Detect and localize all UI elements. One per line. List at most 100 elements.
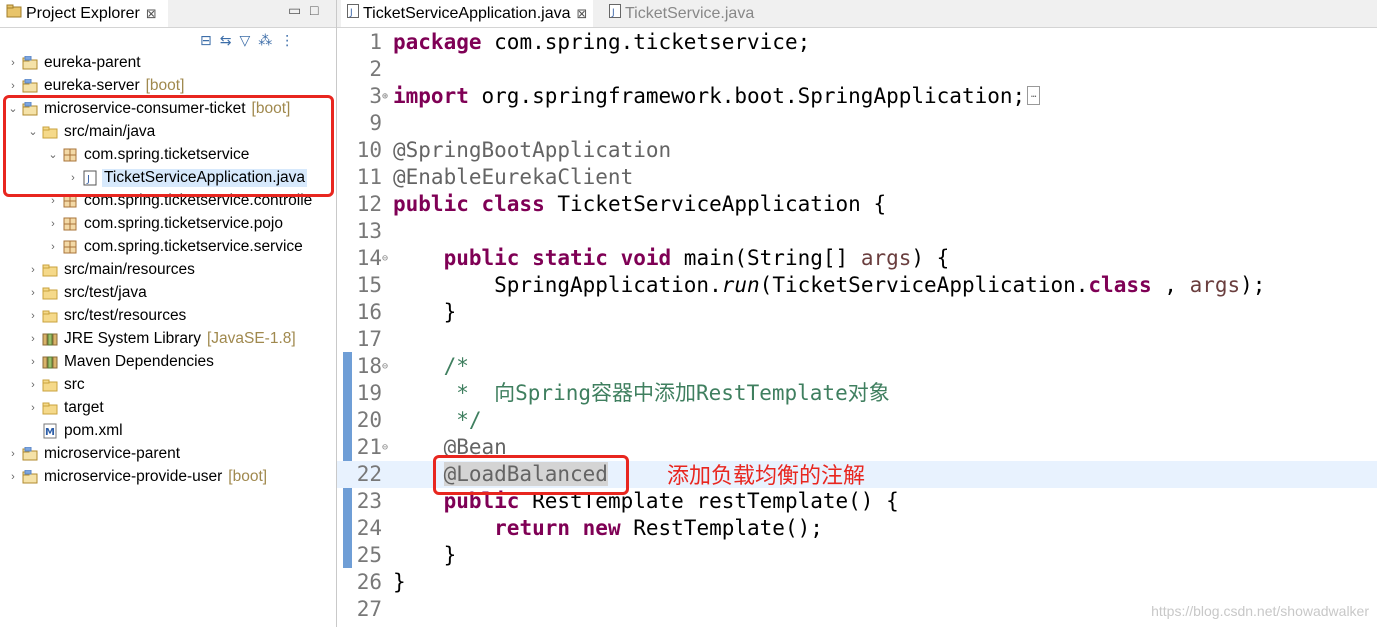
code-token: );	[1240, 273, 1266, 297]
tree-item[interactable]: › src/main/resources	[0, 258, 336, 281]
collapse-arrow-icon[interactable]: ›	[46, 218, 60, 230]
editor-tab-bar: J TicketServiceApplication.java ⊠ J TicketSe…	[337, 0, 1377, 28]
code-line[interactable]: 19 * 向Spring容器中添加RestTemplate对象	[337, 380, 1377, 407]
code-line[interactable]: 24 return new RestTemplate();	[337, 515, 1377, 542]
tab-project-explorer[interactable]: Project Explorer ⊠	[0, 0, 168, 27]
maximize-icon[interactable]: □	[310, 2, 318, 18]
minimize-icon[interactable]: ▭	[288, 2, 301, 19]
package-icon	[62, 147, 78, 163]
collapse-arrow-icon[interactable]: ›	[66, 172, 80, 184]
collapse-arrow-icon[interactable]: ›	[26, 310, 40, 322]
view-menu-icon[interactable]: ⋮	[280, 32, 294, 49]
expand-arrow-icon[interactable]: ⌄	[6, 102, 20, 115]
tree-item[interactable]: › com.spring.ticketservice.service	[0, 235, 336, 258]
tree-item[interactable]: › eureka-server [boot]	[0, 74, 336, 97]
collapse-arrow-icon[interactable]: ›	[26, 287, 40, 299]
collapse-arrow-icon[interactable]: ›	[6, 80, 20, 92]
collapse-arrow-icon[interactable]: ›	[6, 57, 20, 69]
code-line[interactable]: 9	[337, 110, 1377, 137]
code-line[interactable]: 14 ⊖ public static void main(String[] arg…	[337, 245, 1377, 272]
tree-item[interactable]: › microservice-parent	[0, 442, 336, 465]
code-line[interactable]: 2	[337, 56, 1377, 83]
svg-text:J: J	[349, 8, 353, 18]
tree-item[interactable]: › Maven Dependencies	[0, 350, 336, 373]
collapse-arrow-icon[interactable]: ›	[6, 448, 20, 460]
code-line[interactable]: 21 ⊖ @Bean	[337, 434, 1377, 461]
close-tab-icon[interactable]: ⊠	[146, 6, 157, 22]
code-token: RestTemplate();	[620, 516, 823, 540]
tree-item[interactable]: ⌄ src/main/java	[0, 120, 336, 143]
code-line[interactable]: 15 SpringApplication.run(TicketServiceAp…	[337, 272, 1377, 299]
code-line[interactable]: 16 }	[337, 299, 1377, 326]
close-tab-icon[interactable]: ⊠	[577, 6, 588, 22]
collapse-fold-icon[interactable]: ⊖	[382, 434, 388, 461]
tree-item[interactable]: › src	[0, 373, 336, 396]
library-icon	[42, 331, 58, 347]
tree-item-label: eureka-parent	[44, 53, 141, 71]
code-token: public static void	[443, 246, 672, 270]
collapse-arrow-icon[interactable]: ›	[46, 195, 60, 207]
tree-item[interactable]: › target	[0, 396, 336, 419]
tree-item[interactable]: › src/test/resources	[0, 304, 336, 327]
tree-item-label: src/test/java	[64, 283, 147, 301]
line-number: 23	[356, 489, 382, 513]
collapse-arrow-icon[interactable]: ›	[6, 471, 20, 483]
code-line[interactable]: 1 package com.spring.ticketservice;	[337, 29, 1377, 56]
code-line[interactable]: 17	[337, 326, 1377, 353]
tree-item[interactable]: › J TicketServiceApplication.java	[0, 166, 336, 189]
link-with-editor-icon[interactable]: ⇆	[220, 32, 232, 49]
collapse-arrow-icon[interactable]: ›	[26, 402, 40, 414]
code-token: * 向Spring容器中添加RestTemplate对象	[456, 381, 890, 405]
tree-item[interactable]: › com.spring.ticketservice.pojo	[0, 212, 336, 235]
code-line[interactable]: 18 ⊖ /*	[337, 353, 1377, 380]
code-line[interactable]: 10 @SpringBootApplication	[337, 137, 1377, 164]
expand-arrow-icon[interactable]: ⌄	[26, 125, 40, 138]
code-line[interactable]: 20 */	[337, 407, 1377, 434]
tree-item[interactable]: › JRE System Library [JavaSE-1.8]	[0, 327, 336, 350]
code-line[interactable]: 26}	[337, 569, 1377, 596]
code-token: */	[456, 408, 482, 432]
code-line[interactable]: 25 }	[337, 542, 1377, 569]
collapse-arrow-icon[interactable]: ›	[26, 264, 40, 276]
tree-item[interactable]: ⌄ microservice-consumer-ticket [boot]	[0, 97, 336, 120]
collapse-fold-icon[interactable]: ⊖	[382, 245, 388, 272]
expand-fold-icon[interactable]: ⊕	[382, 83, 388, 110]
tree-item-label: microservice-consumer-ticket	[44, 99, 246, 117]
collapse-arrow-icon[interactable]: ›	[26, 333, 40, 345]
filter-icon[interactable]: ▽	[239, 32, 250, 49]
collapse-all-icon[interactable]: ⊟	[200, 32, 212, 49]
tree-item-label: pom.xml	[64, 421, 123, 439]
tab-editor-file[interactable]: J TicketService.java	[603, 0, 760, 27]
java-file-icon: J	[609, 4, 621, 23]
tree-item[interactable]: › src/test/java	[0, 281, 336, 304]
code-line[interactable]: 11 @EnableEurekaClient	[337, 164, 1377, 191]
tree-item[interactable]: ⌄ com.spring.ticketservice	[0, 143, 336, 166]
expand-arrow-icon[interactable]: ⌄	[46, 148, 60, 161]
code-text: public class TicketServiceApplication {	[393, 191, 886, 218]
code-token: public	[443, 489, 520, 513]
collapse-arrow-icon[interactable]: ›	[26, 379, 40, 391]
code-line[interactable]: 12 public class TicketServiceApplication …	[337, 191, 1377, 218]
folded-imports-icon[interactable]: …	[1027, 85, 1041, 105]
line-number: 20	[356, 408, 382, 432]
tree-item[interactable]: › eureka-parent	[0, 51, 336, 74]
line-number: 27	[356, 597, 382, 621]
code-line[interactable]: 3 ⊕ import org.springframework.boot.Spring…	[337, 83, 1377, 110]
tab-editor-file[interactable]: J TicketServiceApplication.java ⊠	[341, 0, 594, 27]
focus-icon[interactable]: ⁂	[258, 32, 272, 49]
collapse-arrow-icon[interactable]: ›	[26, 356, 40, 368]
code-token: @SpringBootApplication	[393, 138, 672, 162]
code-line[interactable]: 23 public RestTemplate restTemplate() {	[337, 488, 1377, 515]
code-area[interactable]: 1 package com.spring.ticketservice; 2 3 ⊕ imp…	[337, 29, 1377, 623]
tree-item[interactable]: Mpom.xml	[0, 419, 336, 442]
collapse-arrow-icon[interactable]: ›	[46, 241, 60, 253]
code-line[interactable]: 13	[337, 218, 1377, 245]
code-token: @Bean	[443, 435, 507, 459]
line-number: 2	[369, 57, 382, 81]
collapse-fold-icon[interactable]: ⊖	[382, 353, 388, 380]
tree-item[interactable]: › microservice-provide-user [boot]	[0, 465, 336, 488]
tree-item[interactable]: › com.spring.ticketservice.controlle	[0, 189, 336, 212]
